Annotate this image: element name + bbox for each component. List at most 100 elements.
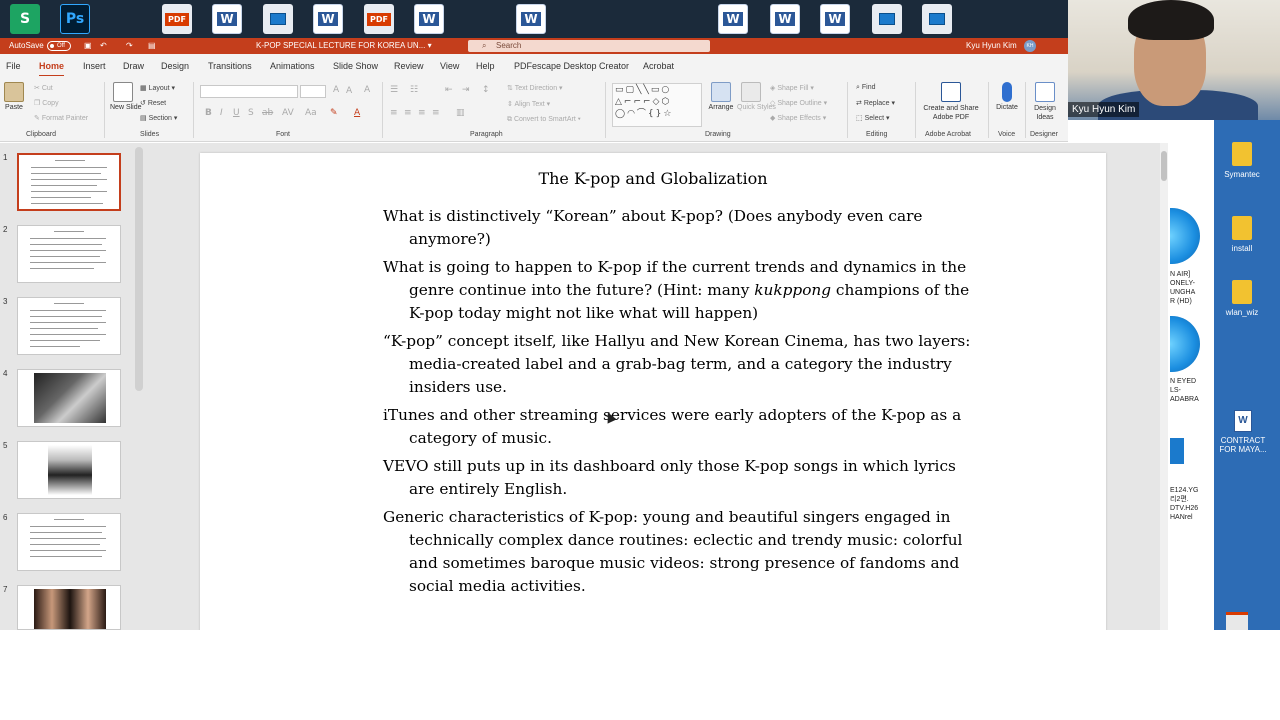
taskbar-word-icon[interactable]: W <box>313 4 343 34</box>
font-name-combo[interactable] <box>200 85 298 98</box>
desktop-icon-install[interactable]: install <box>1220 216 1264 253</box>
taskbar-pdf-icon[interactable]: PDF <box>364 4 394 34</box>
taskbar-word-icon[interactable]: W <box>212 4 242 34</box>
format-painter-button[interactable]: ✎ Format Painter <box>34 114 88 122</box>
canvas-scrollbar[interactable] <box>1160 143 1168 630</box>
present-icon[interactable]: ▤ <box>148 41 156 50</box>
align-right-icon[interactable]: ≡ <box>418 108 426 118</box>
decrease-indent-icon[interactable]: ⇤ <box>445 85 453 95</box>
tab-insert[interactable]: Insert <box>83 61 106 71</box>
search-input[interactable]: ⌕ Search <box>468 40 710 52</box>
font-size-combo[interactable] <box>300 85 326 98</box>
taskbar-image-icon[interactable] <box>922 4 952 34</box>
desktop-icon-symantec[interactable]: Symantec <box>1220 142 1264 179</box>
slide-thumbnail-2[interactable] <box>17 225 121 283</box>
arrange-button[interactable]: Arrange <box>705 82 737 111</box>
underline-icon[interactable]: U <box>233 108 240 118</box>
clear-format-icon[interactable]: A <box>364 85 370 95</box>
scrollbar-thumb[interactable] <box>1161 151 1167 181</box>
replace-button[interactable]: ⇄ Replace ▾ <box>856 99 895 107</box>
tab-slide-show[interactable]: Slide Show <box>333 61 378 71</box>
font-color-icon[interactable]: A <box>354 108 360 118</box>
taskbar-word-icon[interactable]: W <box>516 4 546 34</box>
document-title[interactable]: K-POP SPECIAL LECTURE FOR KOREA UN... ▾ <box>256 41 432 50</box>
character-spacing-icon[interactable]: AV <box>282 108 294 118</box>
desktop-icon-contract[interactable]: W CONTRACT FOR MAYA... <box>1218 410 1268 454</box>
slide-thumbnail-4[interactable] <box>17 369 121 427</box>
cut-button[interactable]: ✂ Cut <box>34 84 53 92</box>
shrink-font-icon[interactable]: A <box>346 86 352 96</box>
shape-effects-button[interactable]: ◆ Shape Effects ▾ <box>770 114 826 122</box>
pdf-file-icon[interactable] <box>1226 612 1248 630</box>
redo-icon[interactable]: ↷ <box>126 41 133 50</box>
line-spacing-icon[interactable]: ↕ <box>482 85 490 95</box>
shapes-gallery[interactable]: ▭▢╲╲▭○ △⌐⌐⌐◇⬡ ◯◠⌒{}☆ <box>612 83 702 127</box>
shape-outline-button[interactable]: ◇ Shape Outline ▾ <box>770 99 827 107</box>
increase-indent-icon[interactable]: ⇥ <box>462 85 470 95</box>
copy-button[interactable]: ❐ Copy <box>34 99 59 107</box>
tab-review[interactable]: Review <box>394 61 424 71</box>
autosave-toggle[interactable]: Off <box>47 41 71 51</box>
align-center-icon[interactable]: ≡ <box>404 108 412 118</box>
tab-draw[interactable]: Draw <box>123 61 144 71</box>
convert-smartart-button[interactable]: ⧉ Convert to SmartArt ▾ <box>507 116 581 124</box>
reset-button[interactable]: ↺ Reset <box>140 99 166 107</box>
slide-title[interactable]: The K-pop and Globalization <box>200 169 1106 188</box>
tab-home[interactable]: Home <box>39 61 65 77</box>
taskbar-word-icon[interactable]: W <box>718 4 748 34</box>
grow-font-icon[interactable]: A <box>333 85 339 95</box>
taskbar-image-icon[interactable] <box>872 4 902 34</box>
text-direction-button[interactable]: ⇅ Text Direction ▾ <box>507 84 563 92</box>
select-button[interactable]: ⬚ Select ▾ <box>856 114 890 122</box>
bold-icon[interactable]: B <box>205 108 212 118</box>
quick-styles-button[interactable]: Quick Styles <box>737 82 776 111</box>
taskbar-word-icon[interactable]: W <box>820 4 850 34</box>
align-text-button[interactable]: ⇕ Align Text ▾ <box>507 100 550 108</box>
tab-animations[interactable]: Animations <box>270 61 315 71</box>
tab-design[interactable]: Design <box>161 61 189 71</box>
slide-body[interactable]: What is distinctively “Korean” about K-p… <box>383 205 983 603</box>
slide-thumbnail-5[interactable] <box>17 441 121 499</box>
design-ideas-button[interactable]: Design Ideas <box>1028 82 1062 122</box>
layout-button[interactable]: ▦ Layout ▾ <box>140 84 175 92</box>
video-file-icon[interactable] <box>1170 438 1184 464</box>
change-case-icon[interactable]: Aa <box>305 108 317 118</box>
columns-icon[interactable]: ▥ <box>456 108 465 118</box>
numbering-icon[interactable]: ☷ <box>410 85 418 95</box>
tab-transitions[interactable]: Transitions <box>208 61 252 71</box>
thumbnail-scrollbar[interactable] <box>135 147 143 391</box>
taskbar-pdf-icon[interactable]: PDF <box>162 4 192 34</box>
dictate-button[interactable]: Dictate <box>992 82 1022 111</box>
taskbar-word-icon[interactable]: W <box>770 4 800 34</box>
shape-fill-button[interactable]: ◈ Shape Fill ▾ <box>770 84 814 92</box>
taskbar-image-icon[interactable] <box>263 4 293 34</box>
bullets-icon[interactable]: ☰ <box>390 85 398 95</box>
taskbar-photoshop-icon[interactable]: Ps <box>60 4 90 34</box>
highlight-icon[interactable]: ✎ <box>330 108 338 118</box>
new-slide-button[interactable]: New Slide <box>110 82 142 111</box>
undo-icon[interactable]: ↶ <box>100 41 107 50</box>
shadow-icon[interactable]: S <box>248 108 254 118</box>
user-name[interactable]: Kyu Hyun Kim <box>966 41 1017 50</box>
desktop-icon-wlan-wiz[interactable]: wlan_wiz <box>1220 280 1264 317</box>
italic-icon[interactable]: I <box>220 108 223 118</box>
slide-thumbnail-7[interactable] <box>17 585 121 630</box>
justify-icon[interactable]: ≡ <box>432 108 440 118</box>
avatar[interactable]: KH <box>1024 40 1036 52</box>
find-button[interactable]: ⌕ Find <box>856 84 876 92</box>
tab-file[interactable]: File <box>6 61 21 71</box>
tab-help[interactable]: Help <box>476 61 495 71</box>
paste-button[interactable]: Paste <box>2 82 26 111</box>
tab-pdfescape[interactable]: PDFescape Desktop Creator <box>514 61 629 71</box>
slide-thumbnail-1[interactable] <box>17 153 121 211</box>
strikethrough-icon[interactable]: ab <box>262 108 273 118</box>
slide-thumbnail-6[interactable] <box>17 513 121 571</box>
slide-thumbnail-3[interactable] <box>17 297 121 355</box>
slide[interactable]: The K-pop and Globalization What is dist… <box>200 153 1106 630</box>
taskbar-app-icon[interactable]: S <box>10 4 40 34</box>
tab-acrobat[interactable]: Acrobat <box>643 61 674 71</box>
taskbar-word-icon[interactable]: W <box>414 4 444 34</box>
create-share-pdf-button[interactable]: Create and Share Adobe PDF <box>918 82 984 122</box>
tab-view[interactable]: View <box>440 61 459 71</box>
align-left-icon[interactable]: ≡ <box>390 108 398 118</box>
